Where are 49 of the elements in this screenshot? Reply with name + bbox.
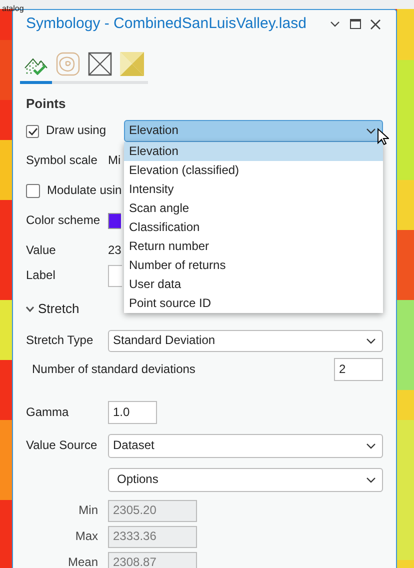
input-field[interactable]	[108, 265, 122, 287]
dropdown-option[interactable]: Elevation	[124, 142, 383, 161]
field-label: Mean	[66, 555, 99, 568]
dropdown-option[interactable]: Intensity	[124, 180, 383, 199]
input-field: 2305.20	[108, 500, 197, 522]
checkbox[interactable]	[26, 184, 40, 198]
field-label: Symbol scale	[26, 153, 98, 169]
input-field: 2333.36	[108, 526, 197, 548]
dropdown-option[interactable]: Return number	[124, 237, 383, 256]
chevron-down-icon	[366, 338, 376, 344]
field-label: Draw using	[46, 123, 108, 139]
field-label: Value	[26, 243, 57, 259]
field-label: Color scheme	[26, 213, 102, 229]
contour-icon	[56, 52, 80, 76]
box-x-icon	[88, 52, 112, 76]
input-field[interactable]: 1.0	[108, 401, 157, 424]
cursor-icon	[377, 128, 389, 146]
section-heading: Points	[26, 96, 67, 113]
pyramid-icon	[120, 52, 144, 76]
dropdown-option[interactable]: Classification	[124, 218, 383, 237]
field-label: Label	[26, 268, 56, 284]
chevron-down-icon	[366, 477, 376, 483]
field-label: Gamma	[26, 404, 70, 420]
checkbox-label: Modulate usin	[47, 183, 122, 199]
field-label: Min	[78, 503, 99, 519]
dropdown-option[interactable]: Number of returns	[124, 256, 383, 275]
dropdown-option[interactable]: Elevation (classified)	[124, 161, 383, 180]
color-swatch[interactable]	[108, 213, 121, 229]
window-title: Symbology - CombinedSanLuisValley.lasd	[26, 14, 306, 34]
dropdown[interactable]: Elevation	[124, 120, 383, 142]
section-heading: Stretch	[38, 300, 80, 318]
dropdown-option[interactable]: Scan angle	[124, 199, 383, 218]
dropdown[interactable]: Standard Deviation	[108, 330, 383, 352]
input-field: 2308.87	[108, 552, 197, 568]
dropdown-option[interactable]: User data	[124, 275, 383, 294]
dropdown[interactable]: Options	[108, 468, 383, 492]
input-field[interactable]: 2	[334, 358, 383, 381]
field-label: Stretch Type	[26, 333, 94, 349]
field-label: Max	[74, 529, 99, 545]
chevron-down-icon	[366, 443, 376, 449]
dropdown[interactable]: Dataset	[108, 434, 383, 458]
chevron-down-icon[interactable]	[26, 306, 34, 312]
chevron-down-icon	[366, 128, 376, 134]
checkbox[interactable]	[26, 124, 39, 138]
field-label: Number of standard deviations	[32, 362, 196, 378]
field-value: Mi	[108, 153, 121, 169]
field-label: Value Source	[26, 438, 98, 454]
dropdown-option[interactable]: Point source ID	[124, 294, 383, 313]
field-value: 23	[108, 243, 122, 259]
